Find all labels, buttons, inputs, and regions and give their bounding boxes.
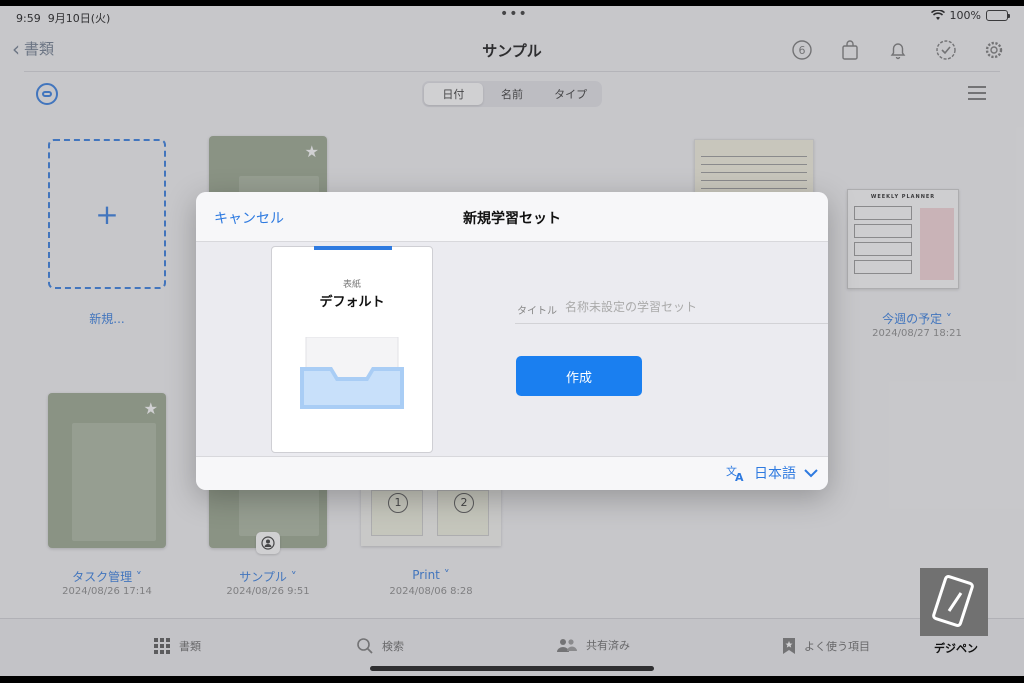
cover-caption: 表紙: [342, 280, 361, 290]
screen: 9:59 9月10日(火) ••• 100% ‹ 書類 サンプル 6 日付 名前…: [0, 6, 1024, 676]
language-label: 日本語: [754, 466, 796, 482]
translate-icon: 文A: [726, 464, 744, 482]
cover-selector[interactable]: 表紙 デフォルト: [271, 246, 433, 453]
language-selector[interactable]: 文A 日本語: [726, 463, 818, 483]
site-watermark-logo: デジペン: [920, 568, 992, 660]
chevron-down-icon: [804, 469, 818, 478]
watermark-text: デジペン: [934, 642, 978, 655]
tablet-pen-icon: [932, 575, 974, 627]
cancel-button[interactable]: キャンセル: [214, 208, 284, 228]
dialog-footer: 文A 日本語: [196, 456, 828, 490]
svg-text:A: A: [735, 471, 744, 482]
cover-name: デフォルト: [319, 295, 385, 310]
selected-indicator: [314, 246, 392, 250]
dialog-title: 新規学習セット: [463, 211, 561, 227]
new-study-set-dialog: キャンセル 新規学習セット 表紙 デフォルト タイトル 作成 文A 日本語: [196, 192, 828, 490]
title-field-label: タイトル: [517, 306, 557, 317]
create-button[interactable]: 作成: [516, 356, 642, 396]
title-input[interactable]: [565, 300, 815, 314]
title-field: タイトル: [515, 300, 828, 324]
dialog-header: キャンセル 新規学習セット: [196, 192, 828, 242]
tray-icon: [300, 337, 404, 409]
